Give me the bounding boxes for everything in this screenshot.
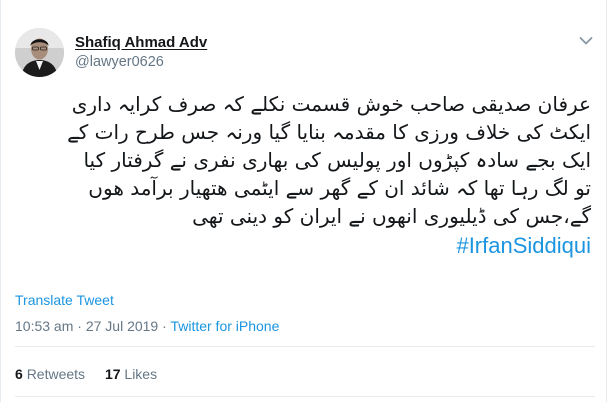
tweet-text-line: گے،جس کی ڈیلیوری انھوں نے ایران کو دینی …	[192, 204, 591, 228]
tweet-source-link[interactable]: Twitter for iPhone	[170, 318, 279, 334]
profile-photo-icon	[15, 28, 64, 77]
author-handle[interactable]: @lawyer0626	[75, 54, 164, 70]
likes-count: 17	[104, 366, 121, 382]
retweets-stat[interactable]: 6 Retweets	[15, 366, 85, 382]
tweet-text-line: ایکٹ کی خلاف ورزی کا مقدمہ بنایا گیا ورن…	[67, 120, 591, 144]
tweet-date: 27 Jul 2019	[85, 318, 159, 334]
author-name[interactable]: Shafiq Ahmad Adv	[75, 34, 207, 51]
tweet-text: عرفان صدیقی صاحب خوش قسمت نکلے کہ صرف کر…	[15, 90, 591, 262]
tweet-metadata: 10:53 am · 27 Jul 2019 · Twitter for iPh…	[15, 318, 279, 334]
retweets-label: Retweets	[26, 366, 86, 382]
chevron-down-icon[interactable]	[579, 36, 593, 46]
meta-separator: ·	[158, 318, 171, 334]
translate-tweet-link[interactable]: Translate Tweet	[15, 292, 114, 308]
hashtag-link[interactable]: #IrfanSiddiqui	[15, 230, 591, 262]
likes-stat[interactable]: 17 Likes	[105, 366, 157, 382]
tweet-text-line: ایک بجے سادہ کپڑوں اور پولیس کی بھاری نف…	[83, 148, 591, 172]
divider	[15, 346, 595, 347]
retweets-count: 6	[15, 366, 23, 382]
tweet-text-line: عرفان صدیقی صاحب خوش قسمت نکلے کہ صرف کر…	[71, 92, 591, 116]
tweet-card: Shafiq Ahmad Adv @lawyer0626 عرفان صدیقی…	[0, 0, 607, 402]
tweet-text-line: تو لگ رہا تھا کہ شائد ان کے گھر سے ایٹمی…	[88, 176, 591, 200]
tweet-stats: 6 Retweets 17 Likes	[15, 366, 173, 382]
avatar[interactable]	[15, 28, 64, 77]
meta-separator: ·	[73, 318, 86, 334]
divider	[15, 396, 595, 397]
likes-label: Likes	[124, 366, 158, 382]
tweet-time: 10:53 am	[15, 318, 74, 334]
